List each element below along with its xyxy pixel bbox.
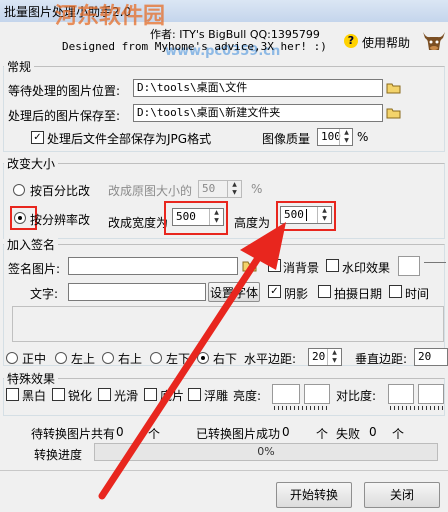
annotation-arrow bbox=[98, 222, 286, 500]
